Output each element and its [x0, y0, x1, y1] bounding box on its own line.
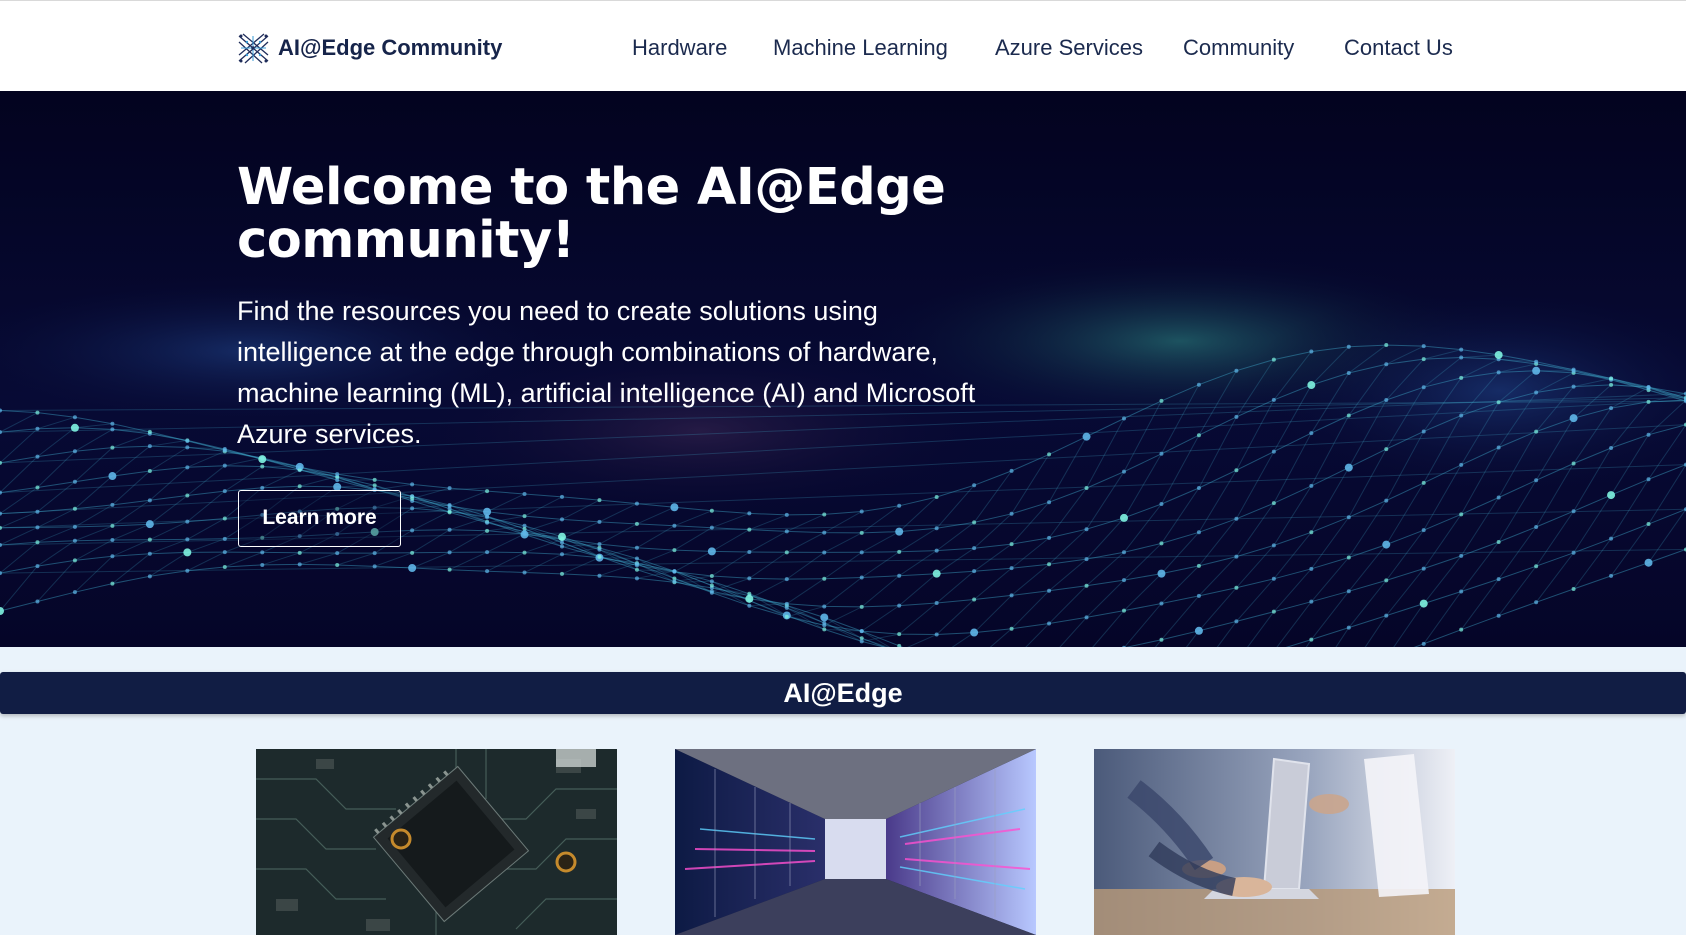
circuit-board-chip-image [256, 749, 617, 935]
server-room-corridor-image [675, 749, 1036, 935]
nav-hardware[interactable]: Hardware [632, 31, 727, 65]
brand-name: AI@Edge Community [278, 35, 503, 60]
learn-more-button[interactable]: Learn more [238, 490, 401, 547]
site-header: AI@Edge Community Hardware Machine Learn… [0, 0, 1686, 91]
hero-description: Find the resources you need to create so… [237, 296, 976, 449]
nav-community[interactable]: Community [1183, 31, 1294, 65]
hero-title: Welcome to the AI@Edge community! [237, 158, 946, 270]
brand-link[interactable]: AI@Edge Community [237, 31, 502, 65]
hero-banner: Welcome to the AI@Edge community! Find t… [0, 91, 1686, 647]
nav-azure-services[interactable]: Azure Services [995, 31, 1143, 65]
section-title: AI@Edge [783, 678, 903, 708]
network-mesh-logo-icon [238, 33, 269, 63]
card-hardware-image[interactable] [256, 749, 617, 935]
nav-contact-us[interactable]: Contact Us [1344, 31, 1453, 65]
card-community-image[interactable] [1094, 749, 1455, 935]
nav-machine-learning[interactable]: Machine Learning [773, 31, 948, 65]
section-header: AI@Edge [0, 672, 1686, 714]
people-with-laptops-image [1094, 749, 1455, 935]
card-server-image[interactable] [675, 749, 1036, 935]
